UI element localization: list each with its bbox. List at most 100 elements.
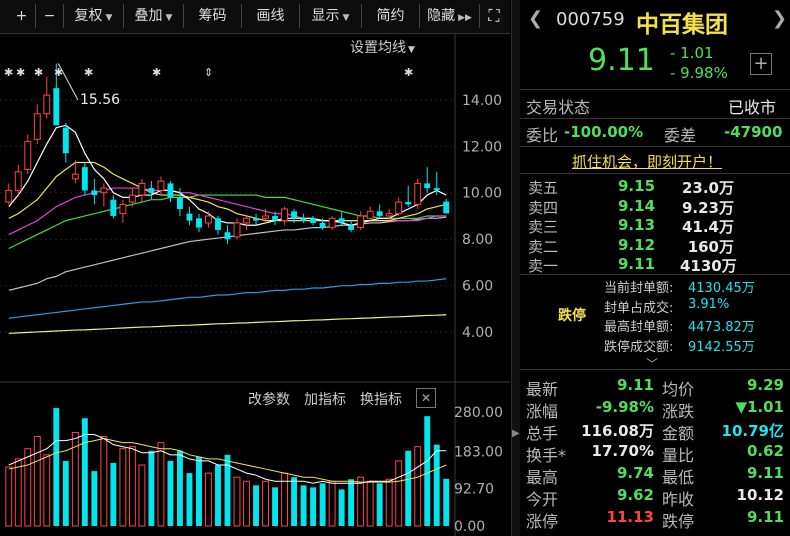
price-tick-label: 8.00 (462, 232, 493, 248)
volume-bar (366, 480, 374, 527)
candle-body (157, 180, 165, 191)
volume-bar (157, 442, 165, 527)
weicha-label: 委差 (664, 126, 697, 145)
candle-body (291, 211, 298, 219)
stat-value: 0.62 (746, 442, 784, 460)
stat-label: 涨跌 (662, 402, 695, 421)
price-change: - 1.01 (670, 44, 714, 62)
overlay-dropdown[interactable]: 叠加 ▼ (124, 4, 184, 28)
ask-price: 9.13 (618, 216, 656, 234)
edit-params-button[interactable]: 改参数 (248, 389, 290, 409)
ma120-line (8, 278, 447, 319)
volume-bar (167, 460, 174, 526)
weibi-value: -100.00% (564, 123, 644, 141)
volume-tick-label: 0.00 (454, 519, 485, 535)
stat-label: 量比 (662, 446, 695, 465)
candle-body (310, 218, 317, 223)
stat-label: 昨收 (662, 490, 695, 509)
stock-code: 000759 (556, 9, 625, 30)
ma-settings-button[interactable]: 设置均线 ▼ (350, 37, 415, 57)
volume-bar (119, 448, 127, 527)
stat-value: ▼1.01 (735, 398, 784, 416)
limit-down-tag: 跌停 (558, 308, 586, 324)
ask-label: 卖一 (528, 257, 559, 275)
volume-bar (215, 465, 221, 526)
volume-bar (148, 450, 155, 526)
double-arrow-right-icon: ▶▶ (458, 13, 472, 23)
candle-body (128, 194, 136, 203)
candle-body (186, 213, 193, 221)
candle-body (300, 218, 307, 221)
fullscreen-button[interactable]: ⛶ (480, 4, 508, 28)
ask-volume: 4130万 (680, 257, 737, 275)
open-account-link[interactable]: 抓住机会，即刻开户！ (572, 151, 722, 172)
stat-label: 金额 (662, 424, 695, 443)
collapse-arrow-icon[interactable]: ▶ (512, 428, 520, 439)
ask-label: 卖四 (528, 198, 559, 217)
add-watchlist-button[interactable]: + (750, 53, 772, 75)
volume-bar (205, 472, 212, 527)
candle-body (119, 203, 127, 215)
caret-down-icon: ▼ (342, 13, 350, 23)
volume-bar (24, 448, 32, 527)
volume-bar (128, 446, 136, 527)
weicha-value: -47900 (724, 123, 783, 141)
volume-bar (91, 471, 98, 526)
volume-tick-label: 280.00 (454, 405, 503, 421)
volume-bar (376, 483, 383, 526)
volume-bar (138, 464, 146, 527)
volume-bar (338, 489, 345, 526)
price-tick-label: 4.00 (462, 325, 493, 341)
quote-panel: ❮ 000759 中百集团 ❯ 9.11 - 1.01 - 9.98% + 交易… (520, 0, 790, 536)
zoom-out-button[interactable]: − (36, 4, 64, 28)
candle-body (205, 215, 212, 224)
volume-bar (443, 478, 450, 526)
volume-bars (5, 408, 450, 527)
volume-bar (272, 487, 279, 526)
ask-label: 卖三 (528, 218, 559, 236)
ask-price: 9.11 (618, 255, 656, 273)
stat-value: 9.62 (616, 486, 654, 504)
candle-body (138, 182, 146, 196)
volume-bar (385, 478, 393, 527)
candles (5, 63, 450, 244)
volume-bar (62, 460, 69, 526)
simple-mode-button[interactable]: 简约 (362, 4, 420, 28)
stat-label: 最新 (526, 380, 559, 399)
stat-label: 换手* (526, 446, 567, 465)
draw-line-button[interactable]: 画线 (242, 4, 300, 28)
zoom-in-button[interactable]: + (8, 4, 36, 28)
next-stock-icon[interactable]: ❯ (772, 8, 787, 29)
limit-value: 9142.55万 (688, 339, 755, 355)
limit-value: 4130.45万 (688, 281, 755, 296)
add-indicator-button[interactable]: 加指标 (304, 389, 346, 409)
kline-chart[interactable]: ✱ ✱ ✱ ✱ ✱ ✱ ⇕ ✱ 14.0012.0010.008.006.004.00 280… (0, 34, 510, 536)
ask-volume: 9.23万 (681, 198, 734, 217)
stat-label: 最低 (662, 468, 695, 487)
prev-stock-icon[interactable]: ❮ (528, 8, 543, 29)
switch-indicator-button[interactable]: 换指标 (360, 389, 402, 409)
stat-label: 涨幅 (526, 402, 559, 421)
hide-button[interactable]: 隐藏 ▶▶ (420, 4, 480, 28)
volume-bar (110, 462, 117, 526)
candle-body (243, 217, 250, 224)
display-dropdown[interactable]: 显示 ▼ (300, 4, 362, 28)
chips-button[interactable]: 筹码 (184, 4, 242, 28)
candle-body (176, 197, 183, 209)
close-indicator-button[interactable]: ✕ (416, 388, 436, 408)
stat-value: 9.11 (616, 376, 654, 394)
fuquan-dropdown[interactable]: 复权 ▼ (64, 4, 124, 28)
status-value: 已收市 (728, 98, 777, 117)
volume-bar (424, 416, 431, 526)
limit-label: 最高封单额: (604, 320, 674, 335)
volume-bar (414, 446, 422, 527)
weibi-label: 委比 (526, 126, 559, 145)
candle-body (71, 173, 79, 180)
stat-label: 均价 (662, 380, 695, 399)
ask-label: 卖二 (528, 237, 559, 256)
event-marker-icon: ✱ (54, 66, 63, 79)
candle-body (376, 211, 383, 216)
stat-value: 9.11 (746, 508, 784, 526)
event-marker-icon: ⇕ (204, 66, 213, 79)
candle-body (215, 218, 221, 230)
